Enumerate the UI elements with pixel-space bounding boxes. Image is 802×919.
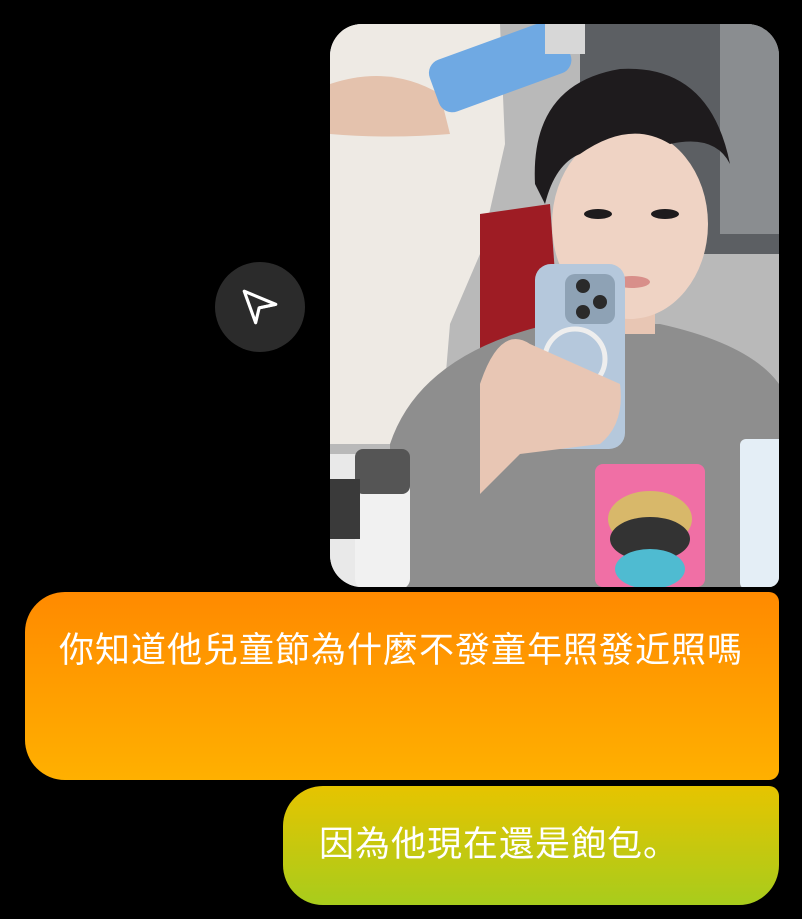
message-bubble[interactable]: 你知道他兒童節為什麼不發童年照發近照嗎 [25,592,779,780]
send-icon [242,289,278,325]
photo-message[interactable] [330,24,779,587]
share-button[interactable] [215,262,305,352]
message-bubble[interactable]: 因為他現在還是飽包。 [283,786,779,905]
photo-illustration [330,24,779,587]
message-text: 因為他現在還是飽包。 [319,825,680,865]
message-text: 你知道他兒童節為什麼不發童年照發近照嗎 [59,631,744,671]
